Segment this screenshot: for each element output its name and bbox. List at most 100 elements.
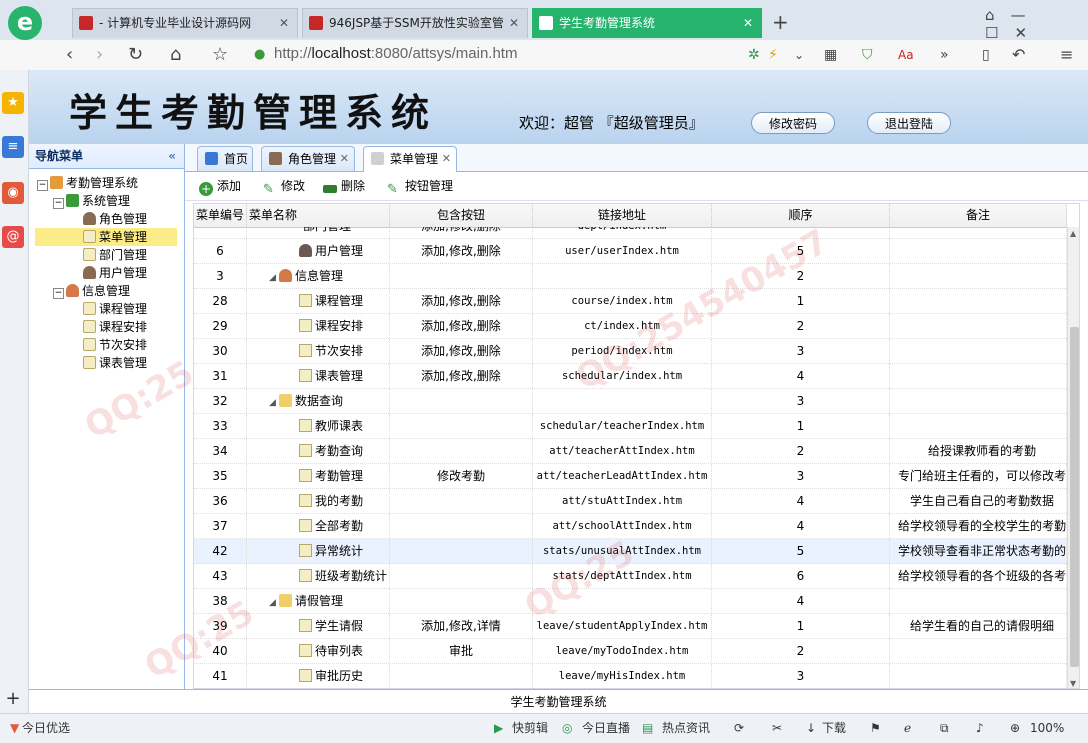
tree-node-menu[interactable]: 菜单管理 <box>35 228 177 246</box>
column-header[interactable]: 菜单名称 <box>247 204 390 227</box>
tree-node-root[interactable]: − 考勤管理系统 <box>37 174 138 192</box>
collapse-icon[interactable]: « <box>168 144 176 168</box>
speed-icon[interactable]: ⚡ <box>768 44 778 66</box>
column-header[interactable]: 顺序 <box>712 204 890 227</box>
tree-node-system[interactable]: − 系统管理 <box>53 192 130 210</box>
tree-node-info[interactable]: − 信息管理 <box>53 282 130 300</box>
minimize-icon[interactable]: — <box>1011 6 1042 24</box>
download-link[interactable]: 下载 <box>822 719 846 737</box>
flag-icon[interactable]: ⚑ <box>870 719 881 737</box>
collapse-toggle-icon[interactable]: − <box>53 288 64 299</box>
table-row[interactable]: 部门管理添加,修改,删除dept/index.htm <box>194 227 1067 239</box>
table-row[interactable]: 42 异常统计 stats/unusualAttIndex.htm 5 学校领导查看非正… <box>194 539 1067 564</box>
forward-icon[interactable]: › <box>96 44 103 66</box>
buttons-manage-button[interactable]: ✎ 按钮管理 <box>387 178 453 197</box>
column-header[interactable]: 菜单编号 <box>194 204 247 227</box>
home-icon[interactable]: ⌂ <box>170 44 181 66</box>
column-header[interactable]: 包含按钮 <box>390 204 533 227</box>
browser-logo[interactable]: e <box>8 6 42 40</box>
back-icon[interactable]: ‹ <box>66 44 73 66</box>
column-header[interactable]: 链接地址 <box>533 204 712 227</box>
new-tab-button[interactable]: + <box>772 10 789 34</box>
star-icon[interactable]: ☆ <box>212 44 228 66</box>
add-button[interactable]: + 添加 <box>199 178 241 196</box>
tab-home[interactable]: 首页 <box>197 146 253 171</box>
scrollbar-thumb[interactable] <box>1070 327 1079 667</box>
mail-icon[interactable]: @ <box>2 226 24 248</box>
table-row[interactable]: 33 教师课表 schedular/teacherIndex.htm 1 <box>194 414 1067 439</box>
copy-icon[interactable]: ⧉ <box>940 719 949 737</box>
table-row[interactable]: 36 我的考勤 att/stuAttIndex.htm 4 学生自己看自己的考勤数据 <box>194 489 1067 514</box>
tree-node-schedule[interactable]: 课表管理 <box>83 354 147 372</box>
table-row[interactable]: 35 考勤管理 修改考勤 att/teacherLeadAttIndex.htm 3 专门… <box>194 464 1067 489</box>
tree-node-dept[interactable]: 部门管理 <box>83 246 147 264</box>
zoom-icon[interactable]: ⊕ <box>1010 719 1020 737</box>
column-header[interactable]: 备注 <box>890 204 1067 227</box>
expand-arrow-icon[interactable]: ◢ <box>269 391 279 413</box>
translate-icon[interactable]: Aa <box>898 44 914 66</box>
table-row[interactable]: 41 审批历史 leave/myHisIndex.htm 3 <box>194 664 1067 688</box>
close-icon[interactable]: ✕ <box>340 147 349 171</box>
table-row[interactable]: 30 节次安排 添加,修改,删除 period/index.htm 3 <box>194 339 1067 364</box>
tree-node-role[interactable]: 角色管理 <box>83 210 147 228</box>
delete-button[interactable]: 删除 <box>323 178 365 194</box>
tree-node-course[interactable]: 课程管理 <box>83 300 147 318</box>
tree-node-user[interactable]: 用户管理 <box>83 264 147 282</box>
table-row[interactable]: 31 课表管理 添加,修改,删除 schedular/index.htm 4 <box>194 364 1067 389</box>
expand-arrow-icon[interactable]: ◢ <box>269 266 279 288</box>
scroll-up-icon[interactable]: ▲ <box>1070 229 1076 238</box>
sound-icon[interactable]: ♪ <box>976 719 984 737</box>
close-icon[interactable]: ✕ <box>509 9 519 37</box>
phone-icon[interactable]: ▯ <box>982 44 990 66</box>
table-row[interactable]: 28 课程管理 添加,修改,删除 course/index.htm 1 <box>194 289 1067 314</box>
zoom-level[interactable]: 100% <box>1030 719 1064 737</box>
scroll-down-icon[interactable]: ▼ <box>1070 679 1076 688</box>
browser-tab-3[interactable]: 学生考勤管理系统 ✕ <box>532 8 762 38</box>
skin-icon[interactable]: ⌂ <box>985 6 1011 24</box>
news-link[interactable]: 今日优选 <box>22 719 70 737</box>
table-row[interactable]: 34 考勤查询 att/teacherAttIndex.htm 2 给授课教师看的考勤 <box>194 439 1067 464</box>
clip-link[interactable]: 快剪辑 <box>512 719 548 737</box>
browser-tab-2[interactable]: 946JSP基于SSM开放性实验室管 ✕ <box>302 8 528 38</box>
live-link[interactable]: 今日直播 <box>582 719 630 737</box>
list-icon[interactable]: ≡ <box>2 136 24 158</box>
change-password-button[interactable]: 修改密码 <box>751 112 835 134</box>
table-row[interactable]: 40 待审列表 审批 leave/myTodoIndex.htm 2 <box>194 639 1067 664</box>
edit-button[interactable]: ✎ 修改 <box>263 178 305 197</box>
tab-role[interactable]: 角色管理 ✕ <box>261 146 355 171</box>
close-icon[interactable]: ✕ <box>442 147 451 171</box>
expand-arrow-icon[interactable]: ◢ <box>269 591 279 613</box>
table-row[interactable]: 6 用户管理 添加,修改,删除 user/userIndex.htm 5 <box>194 239 1067 264</box>
more-icon[interactable]: » <box>940 44 949 66</box>
ie-icon[interactable]: ℯ <box>904 719 911 737</box>
tree-node-period[interactable]: 节次安排 <box>83 336 147 354</box>
tools-icon[interactable]: ✂ <box>772 719 782 737</box>
undo-icon[interactable]: ↶ <box>1012 44 1025 66</box>
extension-icon[interactable]: ✲ <box>748 44 760 66</box>
dropdown-icon[interactable]: ⌄ <box>794 44 804 66</box>
favorites-icon[interactable]: ★ <box>2 92 24 114</box>
collapse-toggle-icon[interactable]: − <box>53 198 64 209</box>
weibo-icon[interactable]: ◉ <box>2 182 24 204</box>
add-icon[interactable]: + <box>2 688 24 710</box>
table-row[interactable]: 37 全部考勤 att/schoolAttIndex.htm 4 给学校领导看的全校学生… <box>194 514 1067 539</box>
table-row[interactable]: 32 ◢ 数据查询 3 <box>194 389 1067 414</box>
reload-icon[interactable]: ↻ <box>128 44 143 66</box>
table-row[interactable]: 43 班级考勤统计 stats/deptAttIndex.htm 6 给学校领导看的各个… <box>194 564 1067 589</box>
apps-icon[interactable]: ▦ <box>824 44 837 66</box>
hot-link[interactable]: 热点资讯 <box>662 719 710 737</box>
menu-icon[interactable]: ≡ <box>1060 44 1073 66</box>
collapse-toggle-icon[interactable]: − <box>37 180 48 191</box>
logout-button[interactable]: 退出登陆 <box>867 112 951 134</box>
close-icon[interactable]: ✕ <box>279 9 289 37</box>
table-row[interactable]: 38 ◢ 请假管理 4 <box>194 589 1067 614</box>
refresh-icon[interactable]: ⟳ <box>734 719 744 737</box>
tree-node-course-arrange[interactable]: 课程安排 <box>83 318 147 336</box>
table-row[interactable]: 29 课程安排 添加,修改,删除 ct/index.htm 2 <box>194 314 1067 339</box>
tab-menu[interactable]: 菜单管理 ✕ <box>363 146 457 172</box>
vertical-scrollbar[interactable]: ▲ ▼ <box>1067 227 1079 688</box>
table-row[interactable]: 39 学生请假 添加,修改,详情 leave/studentApplyIndex.ht… <box>194 614 1067 639</box>
browser-tab-1[interactable]: - 计算机专业毕业设计源码网 ✕ <box>72 8 298 38</box>
table-row[interactable]: 3 ◢ 信息管理 2 <box>194 264 1067 289</box>
shield-icon[interactable]: ⛉ <box>862 44 873 66</box>
